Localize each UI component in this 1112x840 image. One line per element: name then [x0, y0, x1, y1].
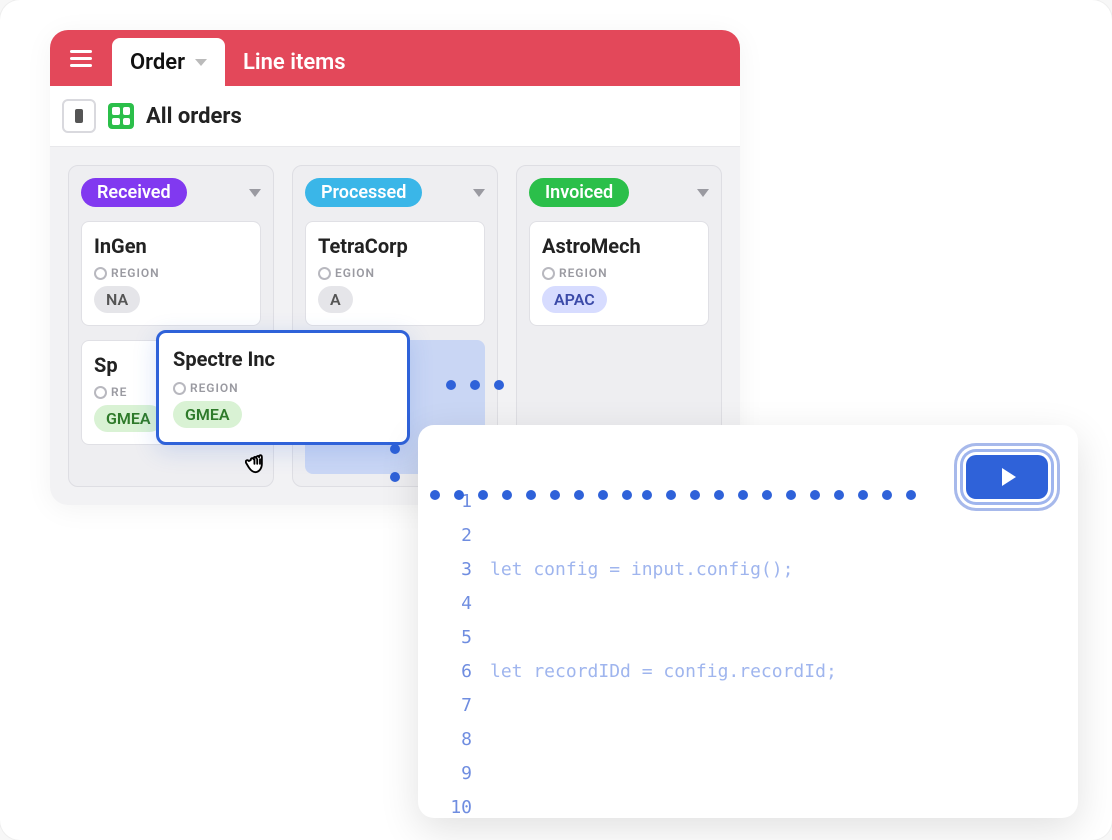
view-title: All orders	[146, 104, 242, 129]
card-meta-label: REGION	[542, 266, 696, 280]
code-gutter: 12345678910	[434, 485, 490, 818]
hamburger-icon[interactable]	[70, 42, 102, 74]
topbar: Order Line items	[50, 30, 740, 86]
region-pill: APAC	[542, 286, 607, 313]
chevron-down-icon[interactable]	[473, 189, 485, 197]
card-astromech[interactable]: AstroMech REGION APAC	[529, 221, 709, 326]
code-line: let config = input.config();	[490, 553, 1062, 587]
card-title: AstroMech	[542, 234, 696, 258]
chevron-down-icon[interactable]	[697, 189, 709, 197]
trail-dot	[390, 472, 400, 482]
run-button[interactable]	[966, 455, 1048, 499]
card-meta-label: REGION	[94, 266, 248, 280]
card-tetracorp[interactable]: TetraCorp EGION A	[305, 221, 485, 326]
region-pill: NA	[94, 286, 140, 313]
chevron-down-icon	[195, 59, 207, 66]
column-badge: Received	[81, 178, 187, 207]
column-badge: Invoiced	[529, 178, 629, 207]
card-meta-label: REGION	[173, 381, 393, 395]
tab-lineitems-label: Line items	[243, 50, 346, 75]
sidebar-toggle-icon[interactable]	[62, 99, 96, 133]
card-title: InGen	[94, 234, 248, 258]
tab-line-items[interactable]: Line items	[225, 38, 364, 86]
card-title: TetraCorp	[318, 234, 472, 258]
dragging-card[interactable]: Spectre Inc REGION GMEA	[156, 330, 410, 445]
card-ingen[interactable]: InGen REGION NA	[81, 221, 261, 326]
board-icon[interactable]	[108, 103, 134, 129]
region-pill: A	[318, 286, 353, 313]
code-source: let config = input.config(); let recordI…	[490, 485, 1062, 818]
region-pill: GMEA	[173, 401, 242, 428]
code-panel: 12345678910 let config = input.config();…	[418, 425, 1078, 818]
subbar: All orders	[50, 86, 740, 147]
column-badge: Processed	[305, 178, 422, 207]
chevron-down-icon[interactable]	[249, 189, 261, 197]
tab-order-label: Order	[130, 50, 185, 75]
grab-cursor-icon	[245, 448, 275, 474]
tab-order[interactable]: Order	[112, 38, 225, 86]
automation-trail-join	[430, 490, 632, 500]
code-line: let recordIDd = config.recordId;	[490, 655, 1062, 689]
automation-trail-top	[446, 380, 504, 390]
card-meta-label: EGION	[318, 266, 472, 280]
play-icon	[1002, 468, 1016, 486]
trail-dot	[390, 444, 400, 454]
region-pill: GMEA	[94, 405, 163, 432]
card-title: Spectre Inc	[173, 347, 393, 371]
